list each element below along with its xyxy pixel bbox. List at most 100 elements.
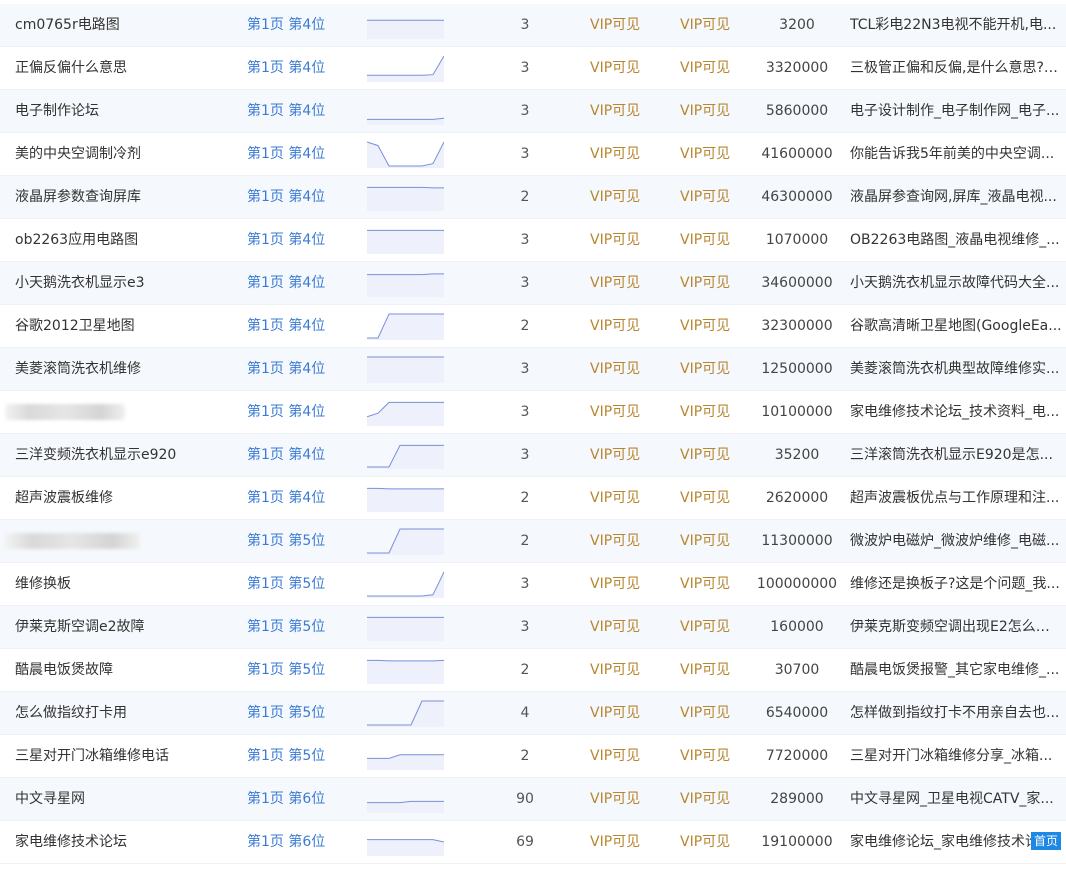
rank-link[interactable]: 第1页 第4位 (247, 348, 357, 390)
vip-cell-1: VIP可见 (590, 146, 641, 162)
table-row[interactable]: 超声波震板维修 第1页 第4位 2 VIP可见 VIP可见 2620000 超声波震板优点与… (0, 477, 1066, 520)
page-title-link[interactable]: 家电维修技术论坛_技术资料_电... (850, 391, 1062, 433)
table-row[interactable]: 正偏反偏什么意思 第1页 第4位 3 VIP可见 VIP可见 3320000 三极管正偏和反… (0, 47, 1066, 90)
page-title-link[interactable]: 怎样做到指纹打卡不用亲自去也... (850, 692, 1062, 734)
table-row[interactable]: 三星对开门冰箱维修电话 第1页 第5位 2 VIP可见 VIP可见 7720000 三星对开… (0, 735, 1066, 778)
trend-area (367, 20, 444, 39)
vip-cell-2: VIP可见 (680, 619, 731, 635)
page-title-link[interactable]: 美菱滚筒洗衣机典型故障维修实... (850, 348, 1062, 390)
index-cell: 90 (516, 791, 534, 807)
table-row[interactable]: 美的中央空调制冷剂 第1页 第4位 3 VIP可见 VIP可见 41600000 你能告诉我… (0, 133, 1066, 176)
page-title-link[interactable]: 伊莱克斯变频空调出现E2怎么检... (850, 606, 1062, 648)
table-row[interactable]: 中文寻星网 第1页 第6位 90 VIP可见 VIP可见 289000 中文寻星网_卫星电视… (0, 778, 1066, 821)
rank-link[interactable]: 第1页 第4位 (247, 391, 357, 433)
vip-cell-2: VIP可见 (680, 232, 731, 248)
index-cell: 3 (520, 103, 530, 119)
page-title-link[interactable]: 谷歌高清晰卫星地图(GoogleEa... (850, 305, 1062, 347)
table-row[interactable]: cm0765r电路图 第1页 第4位 3 VIP可见 VIP可见 3200 TCL彩电22N… (0, 4, 1066, 47)
trend-sparkline (367, 441, 444, 469)
trend-area (367, 445, 444, 469)
table-row[interactable]: 伊莱克斯空调e2故障 第1页 第5位 3 VIP可见 VIP可见 160000 伊莱克斯变频… (0, 606, 1066, 649)
index-cell: 4 (520, 705, 530, 721)
page-title-link[interactable]: TCL彩电22N3电视不能开机,电... (850, 4, 1062, 46)
table-row[interactable]: 美菱滚筒洗衣机维修 第1页 第4位 3 VIP可见 VIP可见 12500000 美菱滚筒洗… (0, 348, 1066, 391)
rank-link[interactable]: 第1页 第4位 (247, 262, 357, 304)
volume-cell: 7720000 (765, 748, 829, 764)
trend-area (367, 488, 444, 512)
trend-area (367, 273, 444, 297)
rank-link[interactable]: 第1页 第5位 (247, 563, 357, 605)
rank-link[interactable]: 第1页 第4位 (247, 4, 357, 46)
index-cell: 3 (520, 17, 530, 33)
vip-cell-1: VIP可见 (590, 447, 641, 463)
table-row[interactable]: 小天鹅洗衣机显示e3 第1页 第4位 3 VIP可见 VIP可见 34600000 小天鹅洗… (0, 262, 1066, 305)
trend-sparkline (367, 527, 444, 555)
keyword-cell: cm0765r电路图 (15, 17, 120, 33)
trend-area (367, 529, 444, 555)
trend-area (367, 754, 444, 770)
page-title-link[interactable]: 酷晨电饭煲报警_其它家电维修_... (850, 649, 1062, 691)
page-title-link[interactable]: 电子设计制作_电子制作网_电子... (850, 90, 1062, 132)
rank-link[interactable]: 第1页 第4位 (247, 133, 357, 175)
table-row[interactable]: ob2263应用电路图 第1页 第4位 3 VIP可见 VIP可见 1070000 OB22… (0, 219, 1066, 262)
keyword-cell: 伊莱克斯空调e2故障 (15, 619, 145, 635)
rank-link[interactable]: 第1页 第6位 (247, 821, 357, 863)
table-row[interactable]: 谷歌2012卫星地图 第1页 第4位 2 VIP可见 VIP可见 32300000 谷歌高清… (0, 305, 1066, 348)
rank-link[interactable]: 第1页 第5位 (247, 735, 357, 777)
page-title-link[interactable]: OB2263电路图_液晶电视维修_... (850, 219, 1062, 261)
index-cell: 3 (520, 447, 530, 463)
volume-cell: 3200 (779, 17, 815, 33)
table-row[interactable]: 电子制作论坛 第1页 第4位 3 VIP可见 VIP可见 5860000 电子设计制作_电子… (0, 90, 1066, 133)
keyword-cell: 谷歌2012卫星地图 (15, 318, 135, 334)
trend-sparkline (367, 613, 444, 641)
table-row[interactable]: 第1页 第4位 3 VIP可见 VIP可见 10100000 家电维修技术论坛_技术资料_… (0, 391, 1066, 434)
rank-link[interactable]: 第1页 第4位 (247, 219, 357, 261)
rank-link[interactable]: 第1页 第5位 (247, 606, 357, 648)
table-row[interactable]: 第1页 第5位 2 VIP可见 VIP可见 11300000 微波炉电磁炉_微波炉维修_电… (0, 520, 1066, 563)
vip-cell-1: VIP可见 (590, 490, 641, 506)
page-title-link[interactable]: 微波炉电磁炉_微波炉维修_电磁... (850, 520, 1062, 562)
table-row[interactable]: 酷晨电饭煲故障 第1页 第5位 2 VIP可见 VIP可见 30700 酷晨电饭煲报警_其它… (0, 649, 1066, 692)
page-title-link[interactable]: 三星对开门冰箱维修分享_冰箱... (850, 735, 1062, 777)
home-button[interactable]: 首页 (1031, 832, 1061, 850)
page-title-link[interactable]: 小天鹅洗衣机显示故障代码大全... (850, 262, 1062, 304)
volume-cell: 1070000 (765, 232, 829, 248)
table-row[interactable]: 怎么做指纹打卡用 第1页 第5位 4 VIP可见 VIP可见 6540000 怎样做到指纹打… (0, 692, 1066, 735)
vip-cell-1: VIP可见 (590, 60, 641, 76)
vip-cell-2: VIP可见 (680, 490, 731, 506)
rank-link[interactable]: 第1页 第4位 (247, 477, 357, 519)
keyword-cell: 小天鹅洗衣机显示e3 (15, 275, 145, 291)
index-cell: 2 (520, 533, 530, 549)
keyword-cell: 三星对开门冰箱维修电话 (15, 748, 169, 764)
page-title-link[interactable]: 你能告诉我5年前美的中央空调... (850, 133, 1062, 175)
rank-link[interactable]: 第1页 第4位 (247, 305, 357, 347)
vip-cell-1: VIP可见 (590, 662, 641, 678)
page-title-link[interactable]: 维修还是换板子?这是个问题_我... (850, 563, 1062, 605)
vip-cell-2: VIP可见 (680, 748, 731, 764)
page-title-link[interactable]: 三极管正偏和反偏,是什么意思?_... (850, 47, 1062, 89)
rank-link[interactable]: 第1页 第6位 (247, 778, 357, 820)
page-title-link[interactable]: 液晶屏参查询网,屏库_液晶电视... (850, 176, 1062, 218)
rank-link[interactable]: 第1页 第4位 (247, 90, 357, 132)
rank-link[interactable]: 第1页 第5位 (247, 692, 357, 734)
rank-link[interactable]: 第1页 第5位 (247, 520, 357, 562)
rank-link[interactable]: 第1页 第4位 (247, 47, 357, 89)
page-title-link[interactable]: 三洋滚筒洗衣机显示E920是怎... (850, 434, 1062, 476)
rank-link[interactable]: 第1页 第4位 (247, 176, 357, 218)
page-title-link[interactable]: 超声波震板优点与工作原理和注... (850, 477, 1062, 519)
vip-cell-2: VIP可见 (680, 318, 731, 334)
table-row[interactable]: 家电维修技术论坛 第1页 第6位 69 VIP可见 VIP可见 19100000 家电维修论… (0, 821, 1066, 864)
trend-sparkline (367, 97, 444, 125)
page-title-link[interactable]: 中文寻星网_卫星电视CATV_家... (850, 778, 1062, 820)
vip-cell-1: VIP可见 (590, 576, 641, 592)
rank-link[interactable]: 第1页 第5位 (247, 649, 357, 691)
vip-cell-1: VIP可见 (590, 404, 641, 420)
table-row[interactable]: 液晶屏参数查询屏库 第1页 第4位 2 VIP可见 VIP可见 46300000 液晶屏参查… (0, 176, 1066, 219)
volume-cell: 19100000 (761, 834, 833, 850)
rank-link[interactable]: 第1页 第4位 (247, 434, 357, 476)
table-row[interactable]: 维修换板 第1页 第5位 3 VIP可见 VIP可见 100000000 维修还是换板子?这… (0, 563, 1066, 606)
vip-cell-2: VIP可见 (680, 533, 731, 549)
table-row[interactable]: 三洋变频洗衣机显示e920 第1页 第4位 3 VIP可见 VIP可见 35200 三洋滚筒… (0, 434, 1066, 477)
vip-cell-1: VIP可见 (590, 834, 641, 850)
trend-sparkline (367, 226, 444, 254)
